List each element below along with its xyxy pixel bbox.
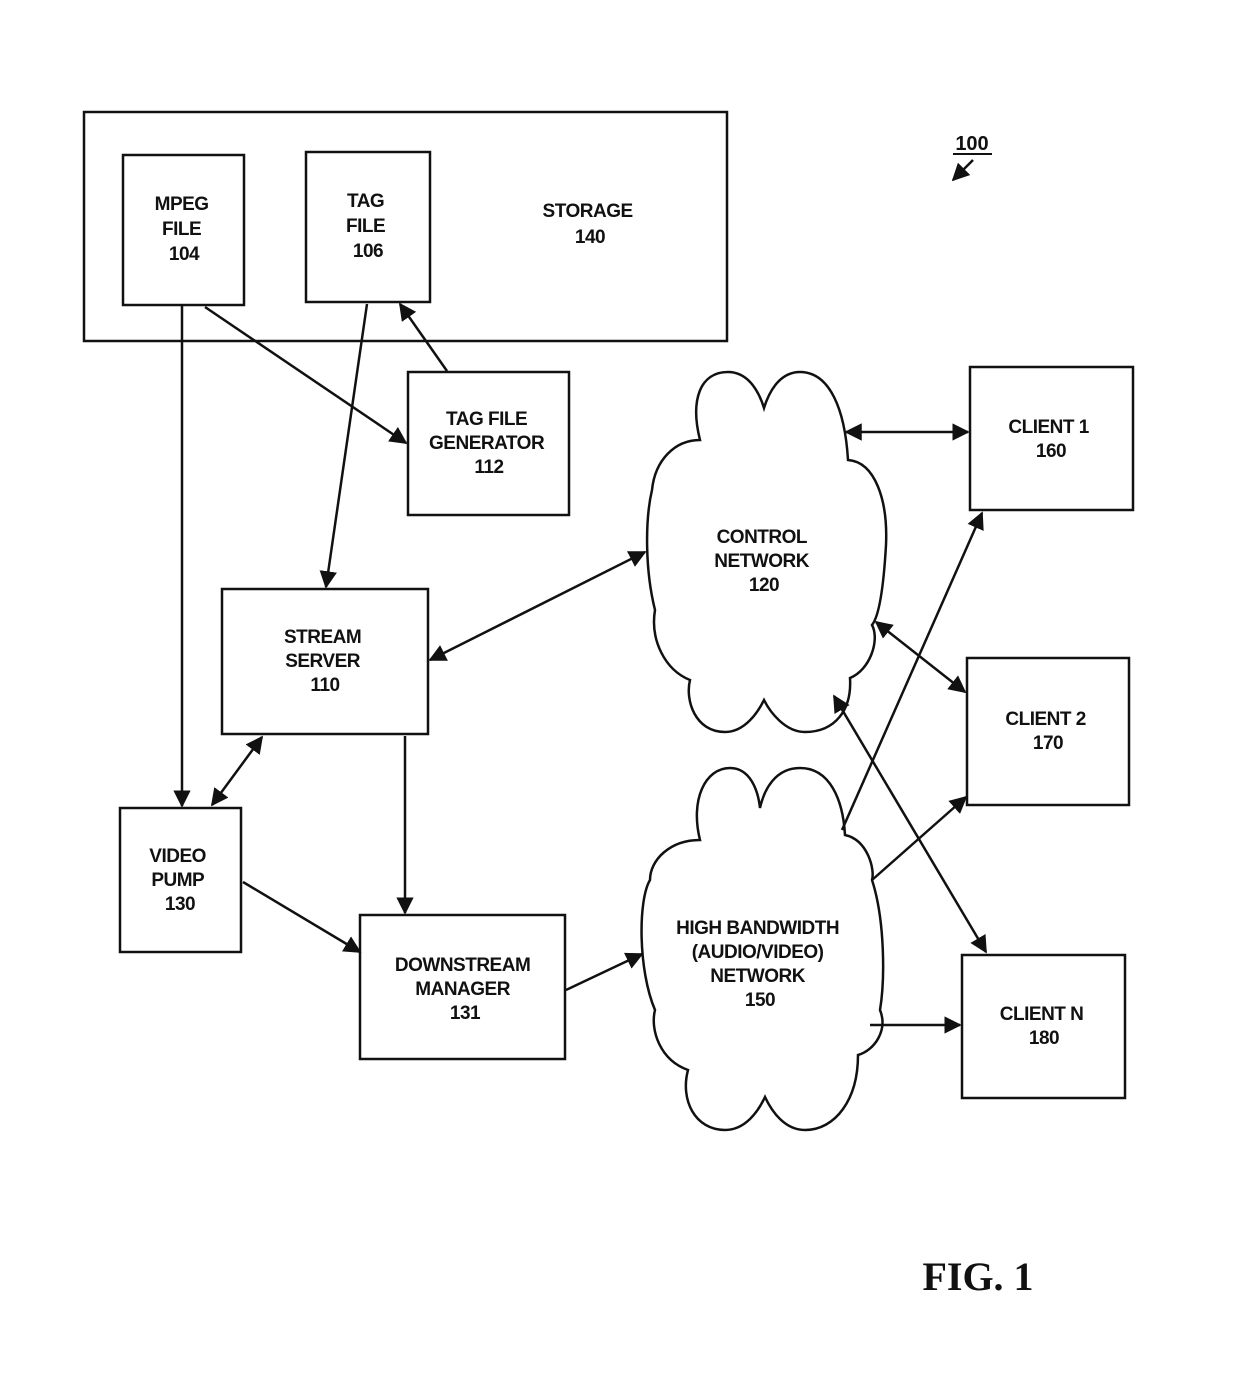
edge-stream-server-control-network	[428, 550, 647, 662]
ref-number: 131	[450, 1003, 481, 1024]
label-line: NETWORK	[714, 551, 809, 572]
label-line: TAG FILE	[446, 409, 527, 430]
label-line: PUMP	[151, 870, 205, 891]
label-line: GENERATOR	[429, 433, 545, 454]
ref-number: 120	[749, 575, 779, 596]
edge-tag-file-to-stream-server	[319, 303, 369, 589]
client-2-node: CLIENT 2 170	[965, 656, 1131, 807]
label-line: VIDEO	[149, 846, 206, 867]
edge-control-network-client-2	[874, 620, 967, 694]
ref-number: 170	[1033, 733, 1063, 754]
ref-number: 106	[353, 241, 383, 262]
video-pump-node: VIDEO PUMP 130	[118, 806, 243, 954]
client-2-box	[965, 656, 1131, 807]
storage-label-line: STORAGE	[543, 201, 633, 222]
figure-reference: 100	[951, 133, 992, 182]
label-line: CLIENT 2	[1005, 709, 1085, 730]
client-n-node: CLIENT N 180	[960, 953, 1127, 1100]
client-n-box	[960, 953, 1127, 1100]
reference-arrow-icon	[951, 159, 974, 182]
ref-number: 110	[310, 675, 339, 696]
label-line: MANAGER	[415, 979, 510, 1000]
ref-number: 112	[474, 457, 503, 478]
label-line: (AUDIO/VIDEO)	[692, 942, 824, 963]
label-line: CONTROL	[717, 527, 808, 548]
edge-high-bandwidth-to-client-2	[871, 795, 968, 881]
mpeg-file-node: MPEG FILE 104	[121, 153, 246, 307]
ref-number: 150	[745, 990, 775, 1011]
label-line: SERVER	[285, 651, 361, 672]
label-line: CLIENT N	[1000, 1004, 1084, 1025]
label-line: FILE	[162, 219, 201, 240]
downstream-manager-node: DOWNSTREAM MANAGER 131	[358, 913, 567, 1061]
edge-video-pump-to-downstream-manager	[242, 880, 362, 954]
client-1-node: CLIENT 1 160	[968, 365, 1135, 512]
edge-downstream-manager-to-high-bandwidth	[565, 952, 644, 992]
label-line: NETWORK	[710, 966, 805, 987]
system-diagram: STORAGE 140 MPEG FILE 104 TAG FILE 106 T…	[82, 110, 1135, 1299]
ref-number: 160	[1036, 441, 1066, 462]
ref-number: 180	[1029, 1028, 1059, 1049]
label-line: CLIENT 1	[1008, 417, 1089, 438]
storage-ref-number: 140	[575, 227, 605, 248]
label-line: STREAM	[284, 627, 361, 648]
ref-number: 104	[169, 244, 200, 265]
stream-server-node: STREAM SERVER 110	[220, 587, 430, 736]
label-line: TAG	[347, 191, 384, 212]
label-line: MPEG	[155, 194, 209, 215]
high-bandwidth-network-node: HIGH BANDWIDTH (AUDIO/VIDEO) NETWORK 150	[640, 766, 885, 1132]
label-line: DOWNSTREAM	[395, 955, 530, 976]
figure-reference-number: 100	[955, 133, 988, 155]
edge-stream-server-video-pump	[210, 735, 264, 807]
control-network-node: CONTROL NETWORK 120	[645, 370, 888, 734]
client-1-box	[968, 365, 1135, 512]
tag-file-node: TAG FILE 106	[304, 150, 432, 304]
label-line: FILE	[346, 216, 385, 237]
tag-file-generator-node: TAG FILE GENERATOR 112	[406, 370, 571, 517]
ref-number: 130	[165, 894, 195, 915]
figure-label: FIG. 1	[922, 1254, 1033, 1299]
label-line: HIGH BANDWIDTH	[676, 918, 839, 939]
